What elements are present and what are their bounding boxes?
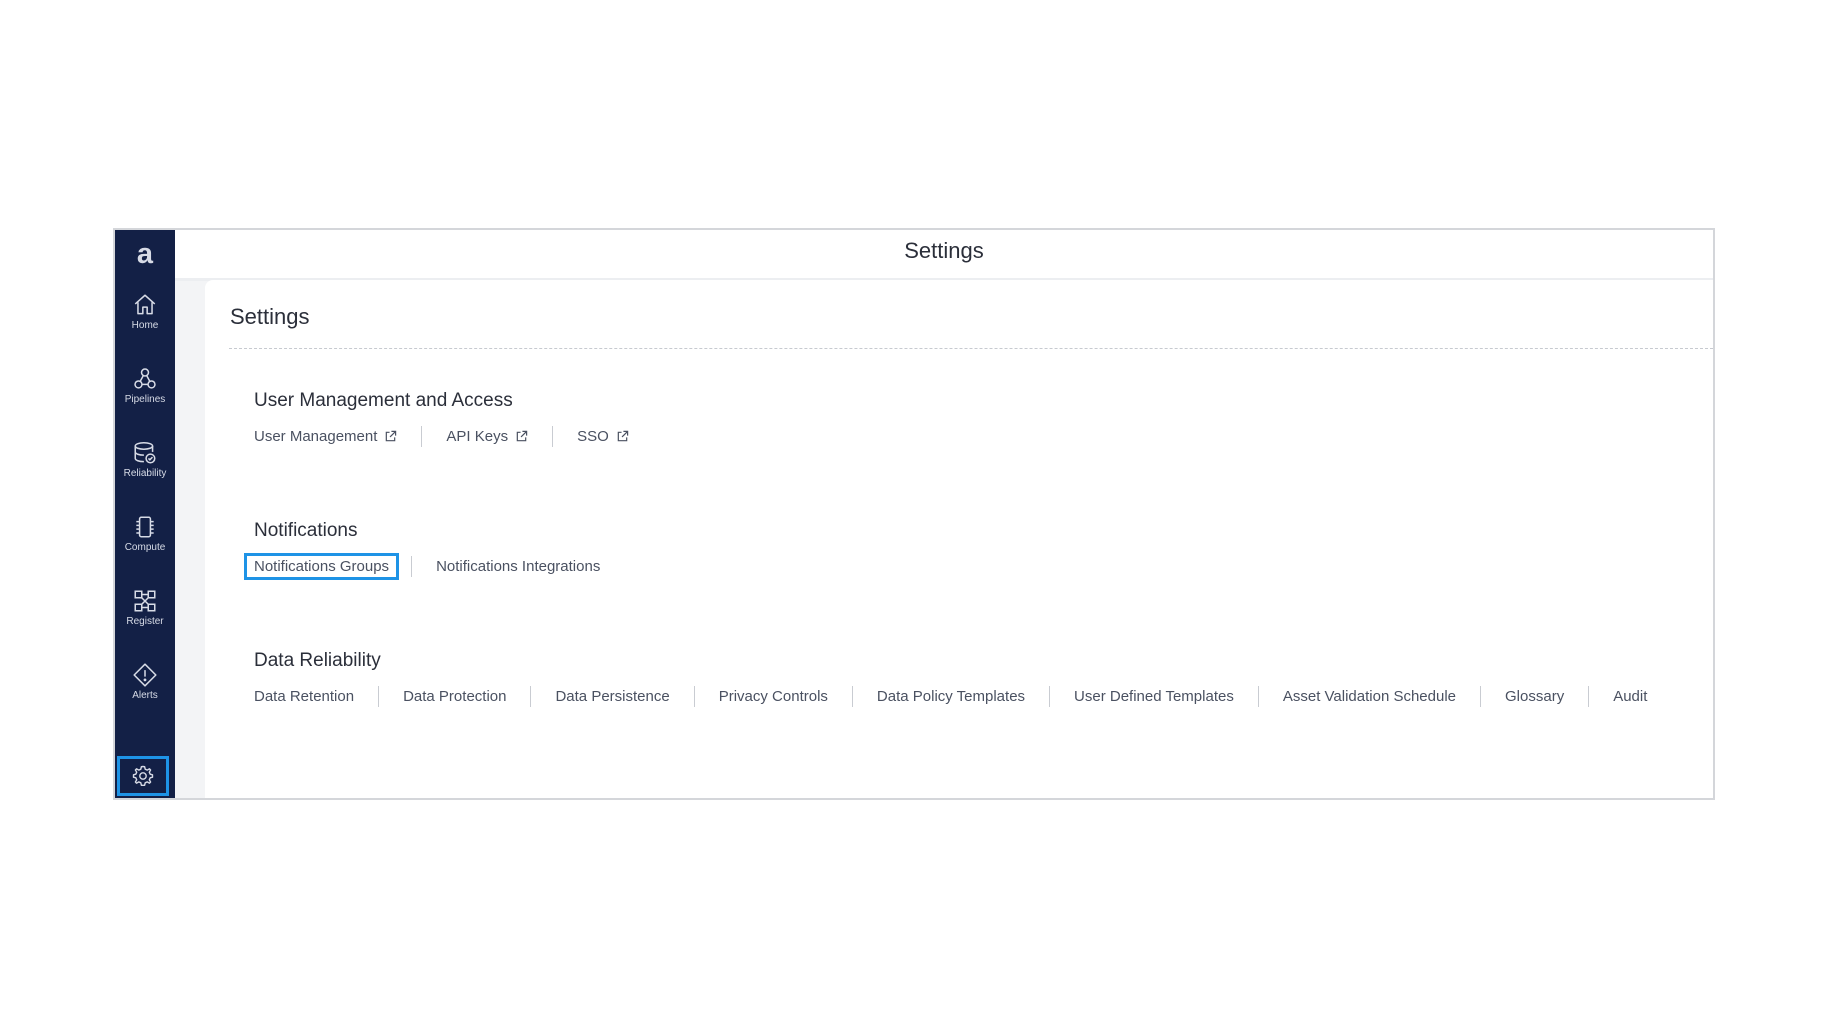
user-defined-templates-link[interactable]: User Defined Templates (1074, 688, 1234, 705)
privacy-controls-link[interactable]: Privacy Controls (719, 688, 828, 705)
sidebar-item-alerts[interactable]: Alerts (115, 662, 175, 722)
sidebar-item-pipelines[interactable]: Pipelines (115, 366, 175, 426)
link-separator (1049, 685, 1051, 707)
register-icon (134, 590, 156, 612)
link-row: Data Retention Data Protection Data Pers… (254, 684, 1647, 708)
audit-link[interactable]: Audit (1613, 688, 1647, 705)
compute-icon (136, 516, 154, 538)
api-keys-link[interactable]: API Keys (446, 428, 528, 445)
external-link-icon (617, 430, 629, 441)
app-window: a Home Pipelines Reliability Compute Reg… (113, 228, 1715, 800)
link-separator (693, 685, 695, 707)
link-separator (851, 685, 853, 707)
page-title: Settings (230, 304, 310, 329)
section-data-reliability: Data Reliability Data Retention Data Pro… (254, 650, 1647, 708)
pipelines-icon (134, 368, 156, 389)
home-icon (134, 294, 156, 315)
data-retention-link[interactable]: Data Retention (254, 688, 354, 705)
data-protection-link[interactable]: Data Protection (403, 688, 506, 705)
link-separator (411, 555, 413, 577)
section-title: Notifications (254, 520, 358, 541)
section-title: Data Reliability (254, 650, 381, 671)
sidebar-item-label: Compute (124, 542, 166, 553)
sidebar-item-label: Reliability (123, 468, 167, 479)
link-label: SSO (577, 427, 609, 445)
settings-panel: Settings User Management and Access User… (205, 280, 1713, 798)
link-separator (530, 685, 532, 707)
link-separator (421, 425, 423, 447)
gear-icon (132, 765, 154, 786)
data-persistence-link[interactable]: Data Persistence (555, 688, 669, 705)
asset-validation-schedule-link[interactable]: Asset Validation Schedule (1283, 688, 1456, 705)
link-separator (1480, 685, 1482, 707)
app-logo[interactable]: a (115, 236, 175, 272)
reliability-icon (134, 441, 156, 464)
data-policy-templates-link[interactable]: Data Policy Templates (877, 688, 1025, 705)
external-link-icon (516, 430, 528, 441)
link-label: API Keys (446, 427, 509, 445)
alerts-icon (133, 663, 157, 687)
top-bar: Settings (175, 230, 1713, 278)
sidebar-item-settings[interactable] (117, 756, 169, 796)
top-bar-title: Settings (904, 238, 984, 263)
glossary-link[interactable]: Glossary (1505, 688, 1564, 705)
sidebar-item-compute[interactable]: Compute (115, 514, 175, 574)
user-management-link[interactable]: User Management (254, 428, 397, 445)
link-separator (378, 685, 380, 707)
section-title: User Management and Access (254, 390, 513, 411)
sso-link[interactable]: SSO (577, 428, 629, 445)
sidebar-item-label: Alerts (132, 690, 158, 701)
notifications-integrations-link[interactable]: Notifications Integrations (436, 558, 600, 575)
sidebar-item-label: Pipelines (124, 394, 166, 405)
sidebar-item-register[interactable]: Register (115, 588, 175, 648)
heading-divider (229, 348, 1713, 349)
link-separator (1588, 685, 1590, 707)
sidebar: a Home Pipelines Reliability Compute Reg… (115, 230, 175, 798)
notifications-groups-link[interactable]: Notifications Groups (244, 552, 400, 580)
section-user-management: User Management and Access User Manageme… (254, 390, 629, 448)
link-separator (552, 425, 554, 447)
sidebar-item-home[interactable]: Home (115, 292, 175, 352)
link-row: User Management API Keys SSO (254, 424, 629, 448)
section-notifications: Notifications Notifications Groups Notif… (244, 520, 600, 580)
link-row: Notifications Groups Notifications Integ… (244, 552, 600, 580)
sidebar-item-label: Home (131, 320, 159, 331)
external-link-icon (386, 430, 397, 441)
sidebar-item-reliability[interactable]: Reliability (115, 440, 175, 500)
link-separator (1257, 685, 1259, 707)
sidebar-item-label: Register (126, 616, 164, 627)
link-label: User Management (254, 427, 378, 445)
